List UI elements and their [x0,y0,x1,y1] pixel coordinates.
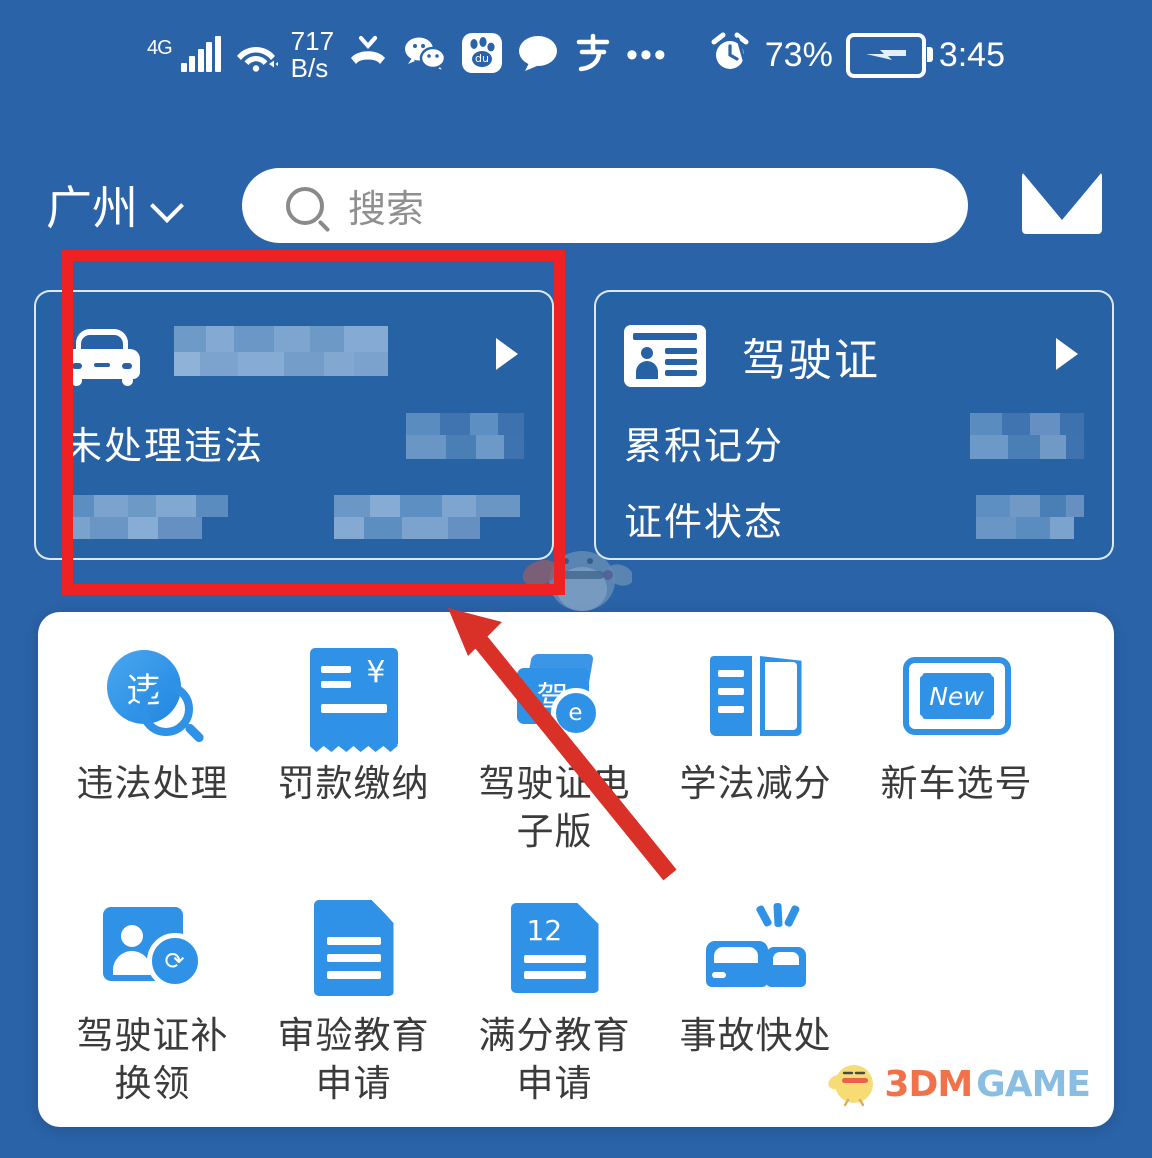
license-status-row: 证件状态 [624,484,1084,552]
vehicle-card-header [64,318,524,394]
wifi-icon [234,38,278,72]
city-selector[interactable]: 广州 [46,172,182,238]
accumulated-points-value-masked [970,413,1084,471]
more-dots-icon: ••• [626,36,668,74]
sync-badge: ⟳ [146,933,203,989]
app-full-points-education-application[interactable]: 12 满分教育 申请 [454,900,655,1108]
play-triangle-icon [496,338,518,370]
vehicle-footer-row [64,484,524,552]
yen-glyph: ¥ [366,655,386,690]
unhandled-violation-row: 未处理违法 [64,408,524,476]
signal-bars-icon [180,36,221,72]
vehicle-card[interactable]: 未处理违法 [34,290,554,560]
app-label: 学法减分 [679,762,832,805]
vehicle-footer-left-masked [64,495,232,541]
chevron-down-icon [152,190,182,220]
envelope-icon[interactable] [1022,172,1102,234]
accident-quick-handle-icon [704,900,808,996]
license-status-value-masked [976,495,1084,541]
message-bubble-icon [516,34,560,77]
watermark-3dmgame: 3DM GAME [824,1056,1091,1113]
data-speed-indicator: 717 B/s [290,26,335,83]
license-plate-new-icon: New [902,648,1011,744]
play-triangle-icon [1056,338,1078,370]
app-inspection-education-application[interactable]: 审验教育 申请 [253,900,454,1108]
accumulated-points-label: 累积记分 [624,423,785,468]
app-grid-row-1: 违 违法处理 ¥ 罚款缴纳 驾 e 驾驶证电 子版 学法减分 New 新车选号 [38,648,1114,856]
vehicle-plate-masked [174,326,388,386]
violation-search-icon: 违 [106,648,205,744]
app-label: 新车选号 [880,762,1033,805]
id-card-icon [624,325,706,387]
app-label: 违法处理 [76,762,229,805]
new-glyph: New [919,673,994,719]
app-label: 驾驶证电 子版 [478,762,631,853]
alarm-clock-icon [708,31,752,80]
app-label: 满分教育 申请 [478,1014,631,1105]
electronic-badge: e [550,688,601,738]
points-glyph: 12 [526,914,563,947]
app-violation-handling[interactable]: 违 违法处理 [52,648,253,856]
search-icon [286,186,324,225]
watermark-brand-2: GAME [976,1064,1091,1105]
baidu-icon: du [461,32,503,79]
app-label: 驾驶证补 换领 [76,1014,229,1105]
app-electronic-driver-license[interactable]: 驾 e 驾驶证电 子版 [454,648,655,856]
bird-mascot-icon [824,1056,880,1113]
unhandled-violation-label: 未处理违法 [64,423,265,468]
clock-label: 3:45 [938,35,1006,74]
app-grid-panel: 违 违法处理 ¥ 罚款缴纳 驾 e 驾驶证电 子版 学法减分 New 新车选号 … [38,612,1114,1127]
city-label: 广州 [46,181,138,235]
alipay-icon [573,33,613,78]
network-type-label: 4G [146,37,173,59]
license-renew-icon: ⟳ [102,900,203,996]
missed-call-icon [347,34,389,77]
phone-screen: 4G 717 B/s du ••• 73% 3:45 广州 搜索 未处理违法 驾… [0,0,1152,1158]
car-icon [64,329,140,386]
app-label: 罚款缴纳 [277,762,430,805]
app-new-car-plate-selection[interactable]: New 新车选号 [856,648,1057,856]
svg-text:du: du [475,52,489,65]
status-bar: 4G 717 B/s du ••• 73% 3:45 [0,0,1152,110]
driver-license-title: 驾驶证 [742,335,880,386]
app-label: 审验教育 申请 [277,1014,430,1105]
license-status-label: 证件状态 [624,499,785,544]
driver-license-card[interactable]: 驾驶证 累积记分 证件状态 [594,290,1114,560]
unhandled-violation-value-masked [406,413,524,471]
vehicle-footer-right-masked [334,495,524,541]
driver-license-card-header: 驾驶证 [624,318,1084,394]
bird-mascot-icon [520,535,634,613]
document-12-points-icon: 12 [510,900,599,996]
app-label: 事故快处 [679,1014,832,1057]
search-placeholder: 搜索 [348,187,425,231]
app-fine-payment[interactable]: ¥ 罚款缴纳 [253,648,454,856]
search-input[interactable]: 搜索 [242,168,968,243]
receipt-yen-icon: ¥ [309,648,398,744]
accumulated-points-row: 累积记分 [624,408,1084,476]
open-book-icon [709,648,802,744]
wechat-icon [402,34,448,77]
app-study-law-reduce-points[interactable]: 学法减分 [655,648,856,856]
driver-license-electronic-icon: 驾 e [507,648,603,744]
watermark-brand-1: 3DM [884,1064,973,1105]
battery-charging-icon [845,32,933,78]
battery-percent-label: 73% [764,35,833,74]
app-license-replacement[interactable]: ⟳ 驾驶证补 换领 [52,900,253,1108]
document-lines-icon [313,900,394,996]
